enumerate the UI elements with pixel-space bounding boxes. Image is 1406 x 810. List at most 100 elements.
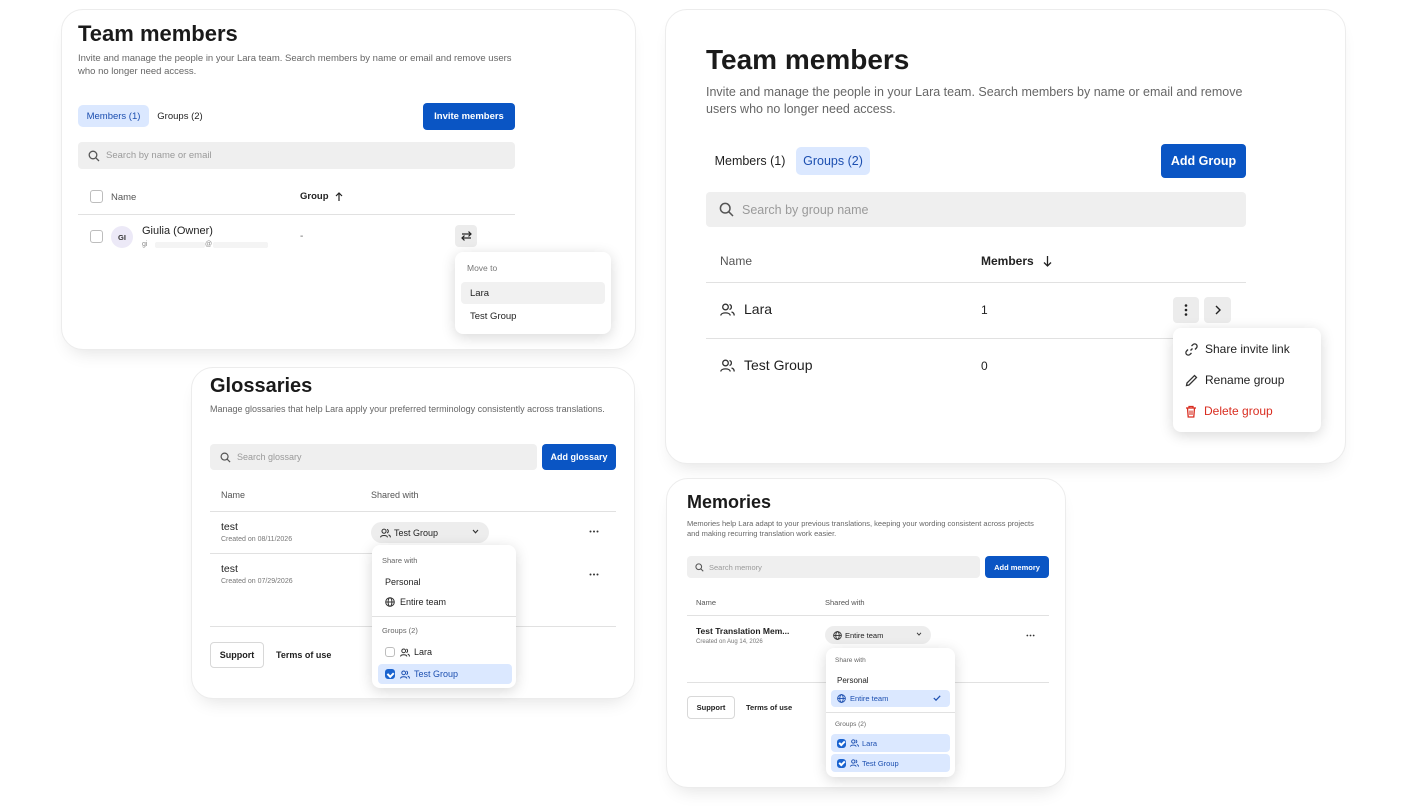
search-placeholder: Search glossary	[237, 452, 302, 462]
share-group-lara-option[interactable]: Lara	[831, 734, 950, 752]
group-icon	[380, 528, 391, 538]
glossary-search-input[interactable]: Search glossary	[210, 444, 537, 470]
page-description: Invite and manage the people in your Lar…	[706, 85, 1243, 116]
memory-created-date: Created on Aug 14, 2026	[696, 639, 763, 645]
add-memory-button[interactable]: Add memory	[985, 556, 1049, 578]
swap-icon	[460, 231, 472, 241]
column-header-name[interactable]: Name	[696, 598, 716, 607]
share-group-test-group-option[interactable]: Test Group	[378, 664, 512, 684]
tab-members[interactable]: Members (1)	[78, 105, 149, 127]
group-open-button[interactable]	[1204, 297, 1231, 323]
group-row-lara[interactable]: Lara	[720, 301, 772, 317]
glossary-name: test	[221, 521, 238, 533]
rename-group-item[interactable]: Rename group	[1185, 369, 1284, 391]
share-personal-option[interactable]: Personal	[831, 672, 950, 688]
member-group: -	[300, 231, 304, 242]
group-row-test-group[interactable]: Test Group	[720, 357, 812, 373]
delete-group-item[interactable]: Delete group	[1185, 400, 1273, 422]
invite-members-button[interactable]: Invite members	[423, 103, 515, 130]
rename-group-label: Rename group	[1205, 373, 1285, 387]
page-title: Glossaries	[210, 375, 313, 397]
group-test-group-label: Test Group	[862, 758, 899, 768]
group-icon	[720, 359, 735, 372]
trash-icon	[1185, 405, 1197, 418]
share-personal-label: Personal	[385, 577, 421, 587]
shared-with-dropdown[interactable]: Test Group	[371, 522, 489, 543]
shared-with-value: Entire team	[845, 630, 884, 640]
tab-members[interactable]: Members (1)	[706, 147, 794, 175]
move-to-test-group[interactable]: Test Group	[461, 305, 605, 327]
page-title: Team members	[706, 44, 910, 75]
search-icon	[695, 562, 704, 572]
row-checkbox[interactable]	[90, 230, 103, 243]
group-members-count: 0	[981, 359, 988, 373]
search-icon	[88, 150, 100, 162]
group-checkbox[interactable]	[837, 758, 846, 768]
groups-heading: Groups (2)	[835, 721, 867, 728]
share-personal-label: Personal	[837, 675, 869, 685]
page-title: Memories	[687, 492, 772, 512]
share-group-test-group-option[interactable]: Test Group	[831, 754, 950, 772]
check-icon	[933, 695, 941, 701]
column-header-name[interactable]: Name	[720, 254, 752, 268]
group-checkbox[interactable]	[385, 669, 395, 679]
memories-card: Memories Memories help Lara adapt to you…	[666, 478, 1066, 788]
group-icon	[850, 739, 859, 747]
terms-of-use-link[interactable]: Terms of use	[276, 650, 331, 660]
globe-icon	[385, 597, 395, 607]
dropdown-divider	[372, 616, 516, 617]
column-header-members-label: Members	[981, 254, 1034, 268]
group-checkbox[interactable]	[385, 647, 395, 657]
add-group-button[interactable]: Add Group	[1161, 144, 1246, 178]
page-title: Team members	[78, 21, 238, 46]
member-search-input[interactable]: Search by name or email	[78, 142, 515, 169]
group-checkbox[interactable]	[837, 738, 846, 748]
tab-groups[interactable]: Groups (2)	[152, 105, 208, 127]
header-divider	[687, 615, 1049, 616]
globe-icon	[833, 630, 842, 640]
more-horizontal-icon[interactable]	[1026, 634, 1035, 637]
select-all-checkbox[interactable]	[90, 190, 103, 203]
sort-down-icon	[1043, 255, 1052, 267]
page-description: Memories help Lara adapt to your previou…	[687, 519, 1034, 539]
share-personal-option[interactable]: Personal	[378, 573, 510, 591]
column-header-group[interactable]: Group	[300, 191, 343, 202]
member-email-prefix: gi	[142, 241, 148, 248]
tab-groups[interactable]: Groups (2)	[796, 147, 870, 175]
add-glossary-button[interactable]: Add glossary	[542, 444, 616, 470]
share-entire-team-option[interactable]: Entire team	[831, 690, 950, 707]
team-groups-card: Team members Invite and manage the peopl…	[665, 9, 1346, 464]
support-button[interactable]: Support	[210, 642, 264, 668]
share-group-lara-option[interactable]: Lara	[378, 642, 510, 662]
more-horizontal-icon[interactable]	[589, 573, 599, 576]
move-member-button[interactable]	[455, 225, 477, 247]
move-to-lara[interactable]: Lara	[461, 282, 605, 304]
share-invite-link-item[interactable]: Share invite link	[1185, 338, 1290, 360]
search-icon	[719, 202, 734, 217]
team-members-card: Team members Invite and manage the peopl…	[61, 9, 636, 350]
search-placeholder: Search by group name	[742, 202, 869, 217]
group-lara-label: Lara	[414, 647, 433, 657]
memory-name: Test Translation Mem...	[696, 626, 790, 636]
shared-with-dropdown[interactable]: Entire team	[825, 626, 931, 644]
share-entire-team-option[interactable]: Entire team	[378, 593, 510, 611]
search-icon	[220, 452, 231, 463]
more-horizontal-icon[interactable]	[589, 530, 599, 533]
column-header-name[interactable]: Name	[111, 192, 136, 203]
terms-of-use-link[interactable]: Terms of use	[746, 703, 792, 712]
column-header-shared-with[interactable]: Shared with	[371, 490, 419, 500]
group-more-button[interactable]	[1173, 297, 1199, 323]
group-icon	[850, 759, 859, 767]
member-email-at: @	[205, 241, 213, 248]
sort-up-icon	[335, 192, 343, 201]
column-header-shared-with[interactable]: Shared with	[825, 598, 865, 607]
support-button[interactable]: Support	[687, 696, 735, 719]
column-header-name[interactable]: Name	[221, 490, 245, 500]
row-divider	[706, 338, 1246, 339]
group-icon	[720, 303, 735, 316]
memory-search-input[interactable]: Search memory	[687, 556, 980, 578]
column-header-members[interactable]: Members	[981, 254, 1052, 268]
group-search-input[interactable]: Search by group name	[706, 192, 1246, 227]
search-placeholder: Search memory	[709, 562, 762, 572]
group-members-count: 1	[981, 303, 988, 317]
